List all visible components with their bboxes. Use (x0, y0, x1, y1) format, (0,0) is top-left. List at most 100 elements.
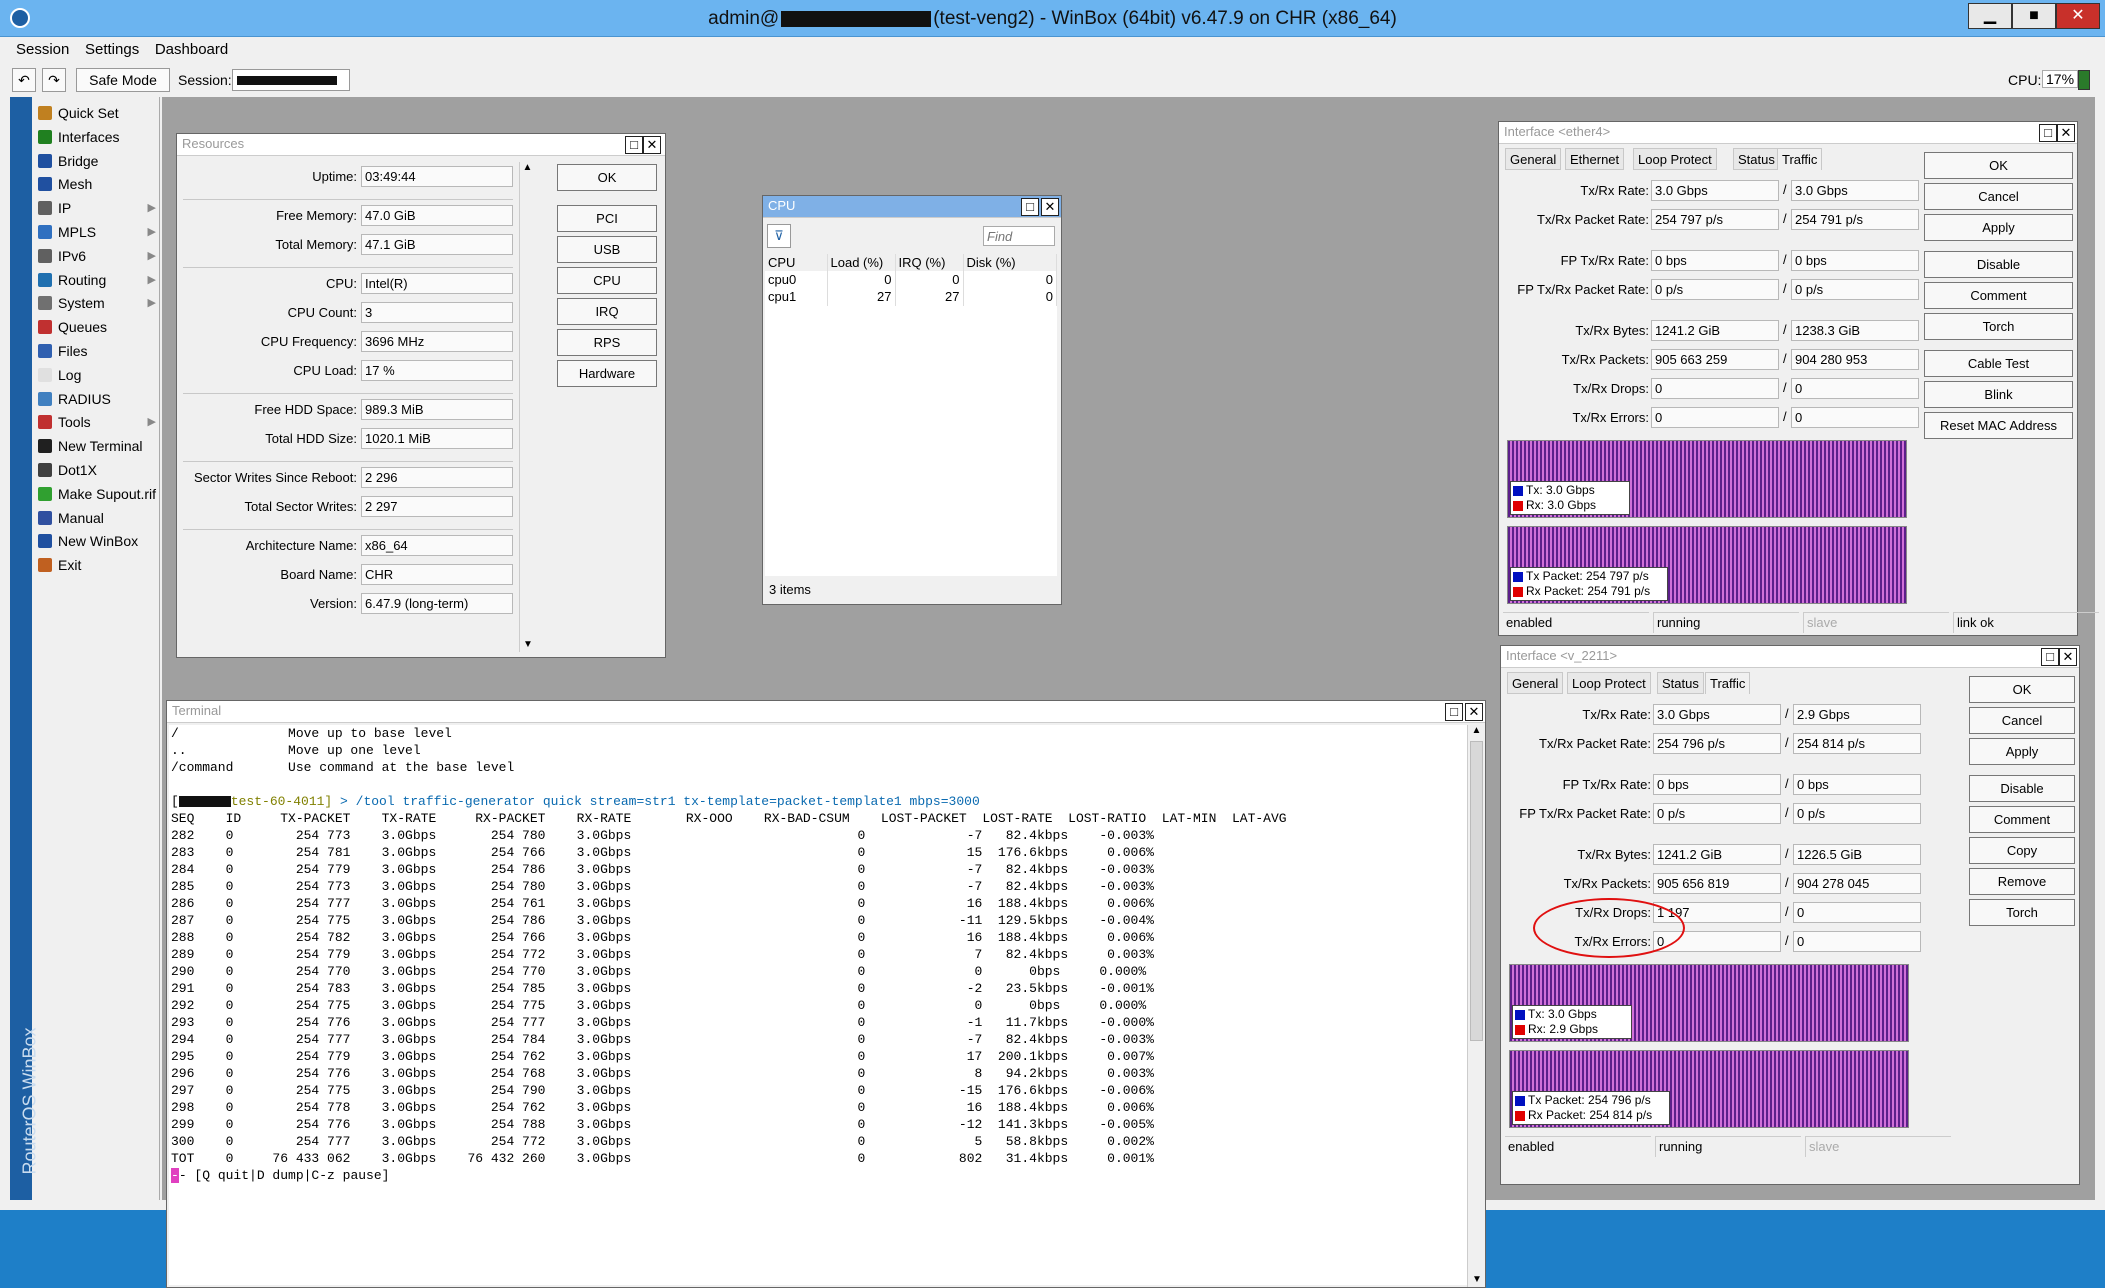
undo-button[interactable]: ↶ (12, 68, 36, 92)
sidebar-item-log[interactable]: Log (34, 363, 162, 387)
scroll-down-icon[interactable]: ▼ (1468, 1274, 1486, 1285)
sidebar-item-mesh[interactable]: Mesh (34, 172, 162, 196)
restore-icon[interactable]: □ (1021, 198, 1039, 216)
sidebar-item-label: System (58, 295, 105, 312)
disable-button[interactable]: Disable (1969, 775, 2075, 802)
disable-button[interactable]: Disable (1924, 251, 2073, 278)
comment-button[interactable]: Comment (1924, 282, 2073, 309)
cpu-button[interactable]: CPU (557, 267, 657, 294)
sidebar-item-files[interactable]: Files (34, 339, 162, 363)
apply-button[interactable]: Apply (1969, 738, 2075, 765)
sidebar-item-mpls[interactable]: MPLS ▶ (34, 220, 162, 244)
cpu-row[interactable]: cpu0 0 0 0 (765, 271, 1057, 288)
tab-general[interactable]: General (1507, 672, 1564, 694)
close-icon[interactable]: ✕ (2059, 648, 2077, 666)
sidebar-item-bridge[interactable]: Bridge (34, 149, 162, 173)
resource-value: 2 297 (361, 496, 513, 517)
redo-button[interactable]: ↷ (42, 68, 66, 92)
bridge-icon (38, 153, 52, 168)
ok-button[interactable]: OK (557, 164, 657, 191)
col-irq[interactable]: IRQ (%) (895, 254, 964, 271)
hardware-button[interactable]: Hardware (557, 360, 657, 387)
session-field[interactable] (232, 69, 350, 91)
torch-button[interactable]: Torch (1969, 899, 2075, 926)
find-input[interactable] (983, 226, 1055, 246)
filter-icon[interactable]: ⊽ (767, 224, 791, 248)
sidebar-item-exit[interactable]: Exit (34, 553, 162, 577)
menu-settings[interactable]: Settings (79, 38, 145, 61)
pci-button[interactable]: PCI (557, 205, 657, 232)
iface-label: Tx/Rx Drops: (1573, 381, 1649, 396)
col-disk[interactable]: Disk (%) (963, 254, 1057, 271)
tab-ethernet[interactable]: Ethernet (1565, 148, 1625, 170)
minimize-button[interactable]: ▁ (1968, 3, 2012, 29)
apply-button[interactable]: Apply (1924, 214, 2073, 241)
ok-button[interactable]: OK (1924, 152, 2073, 179)
close-icon[interactable]: ✕ (2057, 124, 2075, 142)
sidebar-item-quick-set[interactable]: Quick Set (34, 101, 162, 125)
close-icon[interactable]: ✕ (643, 136, 661, 154)
cpu-row[interactable]: cpu1 27 27 0 (765, 288, 1057, 305)
sidebar-item-tools[interactable]: Tools ▶ (34, 410, 162, 434)
scroll-thumb[interactable] (1470, 741, 1483, 1041)
close-icon[interactable]: ✕ (1465, 703, 1483, 721)
restore-icon[interactable]: □ (1445, 703, 1463, 721)
terminal-output[interactable]: / Move up to base level .. Move up one l… (169, 725, 1467, 1285)
tab-traffic[interactable]: Traffic (1777, 148, 1823, 170)
close-icon[interactable]: ✕ (1041, 198, 1059, 216)
sidebar-item-make-supout-rif[interactable]: Make Supout.rif (34, 482, 162, 506)
restore-icon[interactable]: □ (2041, 648, 2059, 666)
resources-scrollbar[interactable]: ▲ ▼ (519, 162, 535, 652)
close-button[interactable]: ✕ (2056, 3, 2100, 29)
cancel-button[interactable]: Cancel (1969, 707, 2075, 734)
tab-traffic[interactable]: Traffic (1705, 672, 1751, 694)
torch-button[interactable]: Torch (1924, 313, 2073, 340)
safe-mode-button[interactable]: Safe Mode (76, 68, 170, 92)
usb-button[interactable]: USB (557, 236, 657, 263)
col-cpu[interactable]: CPU (765, 254, 828, 271)
irq-button[interactable]: IRQ (557, 298, 657, 325)
cable-test-button[interactable]: Cable Test (1924, 350, 2073, 377)
col-load[interactable]: Load (%) (827, 254, 896, 271)
sidebar-item-new-terminal[interactable]: New Terminal (34, 434, 162, 458)
sidebar-item-ip[interactable]: IP ▶ (34, 196, 162, 220)
copy-button[interactable]: Copy (1969, 837, 2075, 864)
sidebar-item-radius[interactable]: RADIUS (34, 387, 162, 411)
remove-button[interactable]: Remove (1969, 868, 2075, 895)
terminal-icon (38, 439, 52, 454)
sidebar-item-interfaces[interactable]: Interfaces (34, 125, 162, 149)
ok-button[interactable]: OK (1969, 676, 2075, 703)
menu-session[interactable]: Session (10, 38, 75, 61)
cpu-cell: 27 (827, 288, 896, 305)
scroll-down-icon[interactable]: ▼ (520, 639, 536, 650)
rps-button[interactable]: RPS (557, 329, 657, 356)
sidebar-item-routing[interactable]: Routing ▶ (34, 268, 162, 292)
sidebar-item-manual[interactable]: Manual (34, 506, 162, 530)
tab-loop-protect[interactable]: Loop Protect (1633, 148, 1717, 170)
slash: / (1783, 380, 1787, 395)
sidebar-item-queues[interactable]: Queues (34, 315, 162, 339)
sidebar-item-ipv6[interactable]: IPv6 ▶ (34, 244, 162, 268)
cancel-button[interactable]: Cancel (1924, 183, 2073, 210)
tab-status[interactable]: Status (1733, 148, 1780, 170)
restore-icon[interactable]: □ (625, 136, 643, 154)
sidebar-item-new-winbox[interactable]: New WinBox (34, 529, 162, 553)
tab-general[interactable]: General (1505, 148, 1562, 170)
blink-button[interactable]: Blink (1924, 381, 2073, 408)
restore-icon[interactable]: □ (2039, 124, 2057, 142)
tab-loop-protect[interactable]: Loop Protect (1567, 672, 1651, 694)
resource-label: Total Sector Writes: (244, 499, 357, 514)
terminal-text: / Move up to base level .. Move up one l… (171, 726, 1287, 1183)
separator (183, 199, 513, 200)
terminal-scrollbar[interactable]: ▲ ▼ (1467, 725, 1485, 1287)
comment-button[interactable]: Comment (1969, 806, 2075, 833)
scroll-up-icon[interactable]: ▲ (520, 162, 535, 173)
reset-mac-address-button[interactable]: Reset MAC Address (1924, 412, 2073, 439)
sidebar-item-dot1x[interactable]: Dot1X (34, 458, 162, 482)
maximize-button[interactable]: ■ (2012, 3, 2056, 29)
scroll-up-icon[interactable]: ▲ (1468, 725, 1485, 736)
tab-status[interactable]: Status (1657, 672, 1704, 694)
sidebar-item-system[interactable]: System ▶ (34, 291, 162, 315)
sidebar-item-label: MPLS (58, 224, 97, 240)
menu-dashboard[interactable]: Dashboard (149, 38, 234, 61)
